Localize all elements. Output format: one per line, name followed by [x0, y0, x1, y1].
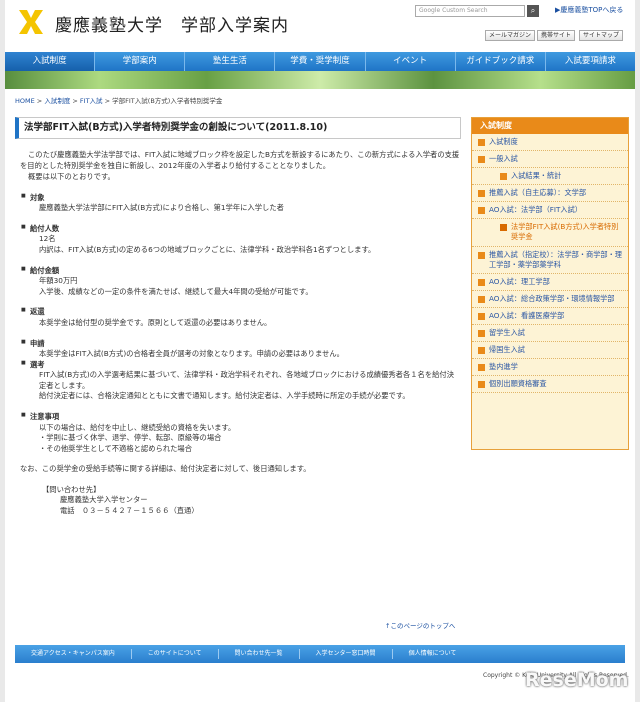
- sidebar-item-individual-eligibility[interactable]: 個別出願資格審査: [472, 376, 628, 394]
- search-icon: ⌕: [530, 6, 536, 15]
- contact-block: 【問い合わせ先】 慶應義塾大学入学センター 電話 ０３－５４２７－１５６６（直通…: [20, 485, 460, 517]
- footer-link-access[interactable]: 交通アクセス・キャンパス案内: [15, 649, 132, 659]
- breadcrumb-current: 学部FIT入試(B方式)入学者特別奨学金: [112, 97, 223, 105]
- keio-top-link[interactable]: ▶慶應義塾TOPへ戻る: [555, 5, 623, 15]
- nav-guidelines-request[interactable]: 入試要項請求: [546, 52, 635, 71]
- section-text: 年額30万円: [39, 276, 78, 286]
- footer-link-office-hours[interactable]: 入学センター窓口時間: [300, 649, 393, 659]
- sidebar-item-exam-results[interactable]: 入試結果・統計: [472, 168, 628, 186]
- header: 慶應義塾大学 学部入学案内 Google Custom Search ⌕ ▶慶應…: [5, 0, 635, 50]
- section-amount: 給付金額 年額30万円 入学後、成績などの一定の条件を満たせば、継続して最大4年…: [20, 266, 460, 298]
- nav-faculties[interactable]: 学部案内: [95, 52, 186, 71]
- sidebar-item-returnee[interactable]: 帰国生入試: [472, 342, 628, 360]
- nav-student-life[interactable]: 塾生生活: [185, 52, 276, 71]
- sidebar-menu: 入試制度 一般入試 入試結果・統計 推薦入試（自主応募）：文学部 AO入試：法学…: [472, 134, 628, 394]
- section-heading: 注意事項: [21, 412, 460, 423]
- section-heading: 申請: [21, 339, 460, 350]
- footer-nav: 交通アクセス・キャンパス案内 このサイトについて 問い合わせ先一覧 入学センター…: [15, 645, 625, 663]
- footer-link-about[interactable]: このサイトについて: [132, 649, 219, 659]
- sidebar-item-ao-sfc[interactable]: AO入試：総合政策学部・環境情報学部: [472, 291, 628, 308]
- sidebar-item-admission-system[interactable]: 入試制度: [472, 134, 628, 152]
- section-text: FIT入試(B方式)の入学選考結果に基づいて、法律学科・政治学科それぞれ、各地域…: [39, 370, 455, 390]
- section-text: 慶應義塾大学法学部にFIT入試(B方式)により合格し、第1学年に入学した者: [39, 203, 284, 213]
- sidebar-item-fit-scholarship[interactable]: 法学部FIT入試(B方式)入学者特別奨学金: [472, 219, 628, 247]
- sidebar-item-recommend-letters[interactable]: 推薦入試（自主応募）：文学部: [472, 185, 628, 203]
- section-notes: 注意事項 以下の場合は、給付を中止し、継続受給の資格を失います。 ・学則に基づく…: [20, 412, 460, 454]
- section-text: 給付決定者には、合格決定通知とともに文書で通知します。給付決定者は、入学手続時に…: [39, 391, 410, 401]
- nav-tuition-scholarship[interactable]: 学費・奨学制度: [275, 52, 366, 71]
- contact-org: 慶應義塾大学入学センター: [60, 495, 148, 505]
- breadcrumb: HOME > 入試制度 > FIT入試 > 学部FIT入試(B方式)入学者特別奨…: [15, 97, 223, 105]
- sidebar-item-international[interactable]: 留学生入試: [472, 325, 628, 343]
- sidebar-item-ao-science[interactable]: AO入試：理工学部: [472, 274, 628, 291]
- sidebar-item-recommend-designated[interactable]: 推薦入試（指定校）：法学部・商学部・理工学部・薬学部薬学科: [472, 247, 628, 274]
- section-heading: 給付人数: [21, 224, 460, 235]
- header-banner-image: [5, 71, 635, 89]
- breadcrumb-home[interactable]: HOME: [15, 97, 35, 105]
- site-title[interactable]: 慶應義塾大学 学部入学案内: [55, 14, 289, 39]
- note-item: ・その他奨学生として不適格と認められた場合: [39, 443, 193, 453]
- section-repayment: 返還 本奨学金は給付型の奨学金です。原則として返還の必要はありません。: [20, 307, 460, 328]
- section-text: 12名: [39, 234, 56, 244]
- sidebar-heading: 入試制度: [472, 118, 628, 134]
- section-text: 内訳は、FIT入試(B方式)の定める6つの地域ブロックごとに、法律学科・政治学科…: [39, 245, 376, 255]
- sitemap-button[interactable]: サイトマップ: [579, 30, 624, 41]
- nav-guidebook-request[interactable]: ガイドブック請求: [456, 52, 546, 71]
- resemom-watermark: ReseMom: [525, 669, 629, 691]
- mobile-site-button[interactable]: 携帯サイト: [537, 30, 576, 41]
- global-nav: 入試制度 学部案内 塾生生活 学費・奨学制度 イベント ガイドブック請求 入試要…: [5, 52, 635, 71]
- breadcrumb-fit[interactable]: FIT入試: [80, 97, 103, 105]
- sidebar-item-internal[interactable]: 塾内進学: [472, 359, 628, 377]
- section-heading: 返還: [21, 307, 460, 318]
- contact-label: 【問い合わせ先】: [42, 484, 101, 494]
- page-title: 法学部FIT入試(B方式)入学者特別奨学金の創設について(2011.8.10): [15, 117, 461, 139]
- intro-paragraph-2: 概要は以下のとおりです。: [28, 172, 115, 182]
- mail-magazine-button[interactable]: メールマガジン: [485, 30, 536, 41]
- section-text: 以下の場合は、給付を中止し、継続受給の資格を失います。: [39, 422, 236, 432]
- section-heading: 対象: [21, 193, 460, 204]
- section-text: 本奨学金は給付型の奨学金です。原則として返還の必要はありません。: [39, 317, 272, 327]
- search-input[interactable]: Google Custom Search: [415, 5, 525, 17]
- intro-paragraph: このたび慶應義塾大学法学部では、FIT入試に地域ブロック枠を設定したB方式を新設…: [20, 150, 460, 170]
- closing-text: なお、この奨学金の受給手続等に関する詳細は、給付決定者に対して、後日通知します。: [20, 464, 311, 474]
- page: 慶應義塾大学 学部入学案内 Google Custom Search ⌕ ▶慶應…: [5, 0, 635, 702]
- contact-phone: 電話 ０３－５４２７－１５６６（直通）: [60, 506, 199, 516]
- section-number: 給付人数 12名 内訳は、FIT入試(B方式)の定める6つの地域ブロックごとに、…: [20, 224, 460, 256]
- section-target: 対象 慶應義塾大学法学部にFIT入試(B方式)により合格し、第1学年に入学した者: [20, 193, 460, 214]
- nav-admission-system[interactable]: 入試制度: [5, 52, 96, 71]
- section-application: 申請 本奨学金はFIT入試(B方式)の合格者全員が選考の対象となります。申請の必…: [20, 339, 460, 402]
- note-item: ・学則に基づく休学、退学、停学、転部、原級等の場合: [39, 433, 222, 443]
- sidebar: 入試制度 入試制度 一般入試 入試結果・統計 推薦入試（自主応募）：文学部 AO…: [471, 117, 629, 450]
- footer-link-privacy[interactable]: 個人情報について: [393, 649, 473, 659]
- section-heading: 選考: [21, 360, 460, 371]
- search-button[interactable]: ⌕: [527, 5, 539, 17]
- section-text: 入学後、成績などの一定の条件を満たせば、継続して最大4年間の受給が可能です。: [39, 286, 313, 296]
- breadcrumb-admission[interactable]: 入試制度: [44, 97, 70, 105]
- page-top-link[interactable]: ↑このページのトップへ: [385, 622, 455, 631]
- section-heading: 給付金額: [21, 266, 460, 277]
- sidebar-item-ao-nursing[interactable]: AO入試：看護医療学部: [472, 308, 628, 325]
- sidebar-item-general-exam[interactable]: 一般入試: [472, 151, 628, 169]
- footer-link-contacts[interactable]: 問い合わせ先一覧: [219, 649, 300, 659]
- section-text: 本奨学金はFIT入試(B方式)の合格者全員が選考の対象となります。申請の必要はあ…: [39, 349, 344, 359]
- main-content: このたび慶應義塾大学法学部では、FIT入試に地域ブロック枠を設定したB方式を新設…: [20, 150, 460, 517]
- sidebar-item-ao-law-fit[interactable]: AO入試：法学部（FIT入試）: [472, 202, 628, 220]
- pen-logo-icon[interactable]: [17, 8, 45, 36]
- nav-events[interactable]: イベント: [366, 52, 456, 71]
